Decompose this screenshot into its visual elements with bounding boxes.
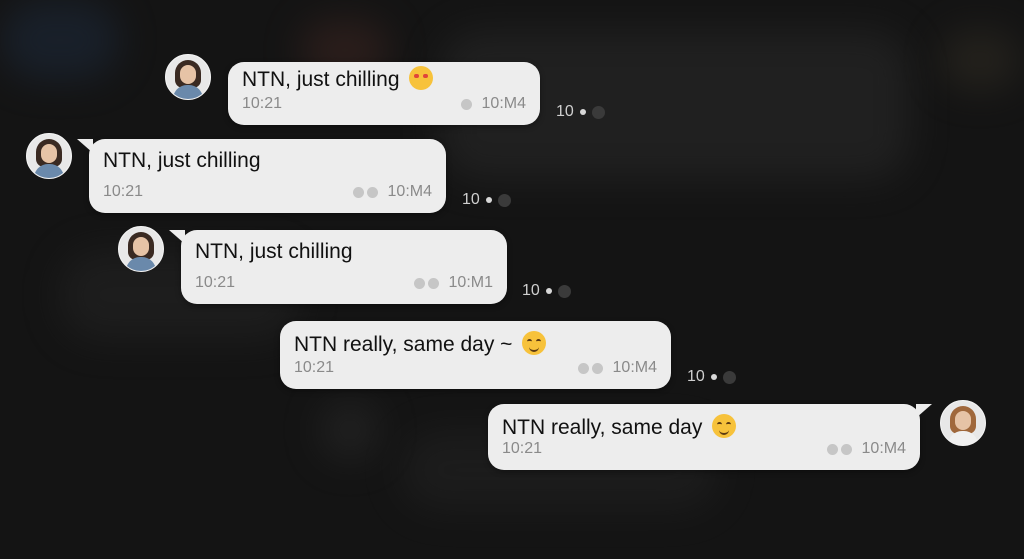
message-text: NTN, just chilling — [103, 149, 261, 172]
read-tick-icon — [591, 362, 603, 374]
smiling-emoji-icon — [522, 331, 547, 355]
read-tick-icon — [840, 443, 852, 455]
dot-icon — [710, 374, 717, 380]
avatar[interactable] — [940, 400, 986, 446]
side-meta: 10 — [556, 103, 605, 121]
bubble-tail — [169, 230, 185, 244]
message-status: 10:M4 — [826, 440, 906, 458]
message-time: 10:21 — [294, 359, 335, 376]
dot-icon — [545, 288, 552, 294]
side-meta: 10 — [687, 368, 736, 386]
status-text: 10:M1 — [448, 274, 493, 291]
read-tick-icon — [413, 277, 425, 289]
dot-icon — [557, 284, 571, 298]
read-tick-icon — [427, 277, 439, 289]
bubble-tail — [916, 404, 932, 418]
message-status: 10:M4 — [577, 359, 657, 377]
message-bubble[interactable]: NTN really, same day ~ 10:21 10:M4 — [280, 321, 671, 389]
heart-eyes-emoji-icon — [409, 66, 434, 90]
message-time: 10:21 — [103, 183, 144, 200]
status-text: 10:M4 — [861, 440, 906, 457]
dot-icon — [485, 197, 492, 203]
side-count: 10 — [556, 103, 574, 120]
message-time: 10:21 — [195, 274, 236, 291]
read-tick-icon — [460, 98, 472, 110]
side-meta: 10 — [522, 282, 571, 300]
message-time: 10:21 — [502, 440, 543, 457]
read-tick-icon — [577, 362, 589, 374]
side-meta: 10 — [462, 191, 511, 209]
dot-icon — [579, 109, 586, 115]
message-status: 10:M4 — [460, 95, 526, 113]
side-count: 10 — [687, 368, 705, 385]
background-blur — [940, 30, 1020, 90]
dot-icon — [591, 105, 605, 119]
avatar[interactable] — [165, 54, 211, 100]
side-count: 10 — [522, 282, 540, 299]
message-text: NTN really, same day ~ — [294, 333, 513, 356]
status-text: 10:M4 — [612, 359, 657, 376]
read-tick-icon — [366, 186, 378, 198]
read-tick-icon — [352, 186, 364, 198]
dot-icon — [497, 193, 511, 207]
message-status: 10:M4 — [352, 183, 432, 201]
message-text: NTN really, same day — [502, 416, 703, 439]
avatar[interactable] — [26, 133, 72, 179]
message-bubble[interactable]: NTN really, same day 10:21 10:M4 — [488, 404, 932, 470]
heart-smile-emoji-icon — [712, 414, 737, 438]
message-status: 10:M1 — [413, 274, 493, 292]
status-text: 10:M4 — [481, 95, 526, 112]
message-bubble[interactable]: NTN, just chilling 10:21 10:M1 — [169, 230, 507, 304]
bubble-tail — [77, 139, 93, 153]
background-blur — [320, 400, 380, 460]
message-time: 10:21 — [242, 95, 283, 112]
status-text: 10:M4 — [387, 183, 432, 200]
background-blur — [0, 0, 120, 80]
side-count: 10 — [462, 191, 480, 208]
message-bubble[interactable]: NTN, just chilling 10:21 10:M4 — [77, 139, 446, 213]
read-tick-icon — [826, 443, 838, 455]
message-text: NTN, just chilling — [195, 240, 353, 263]
message-bubble[interactable]: NTN, just chilling 10:21 10:M4 — [228, 62, 540, 125]
message-text: NTN, just chilling — [242, 68, 400, 91]
dot-icon — [722, 370, 736, 384]
avatar[interactable] — [118, 226, 164, 272]
